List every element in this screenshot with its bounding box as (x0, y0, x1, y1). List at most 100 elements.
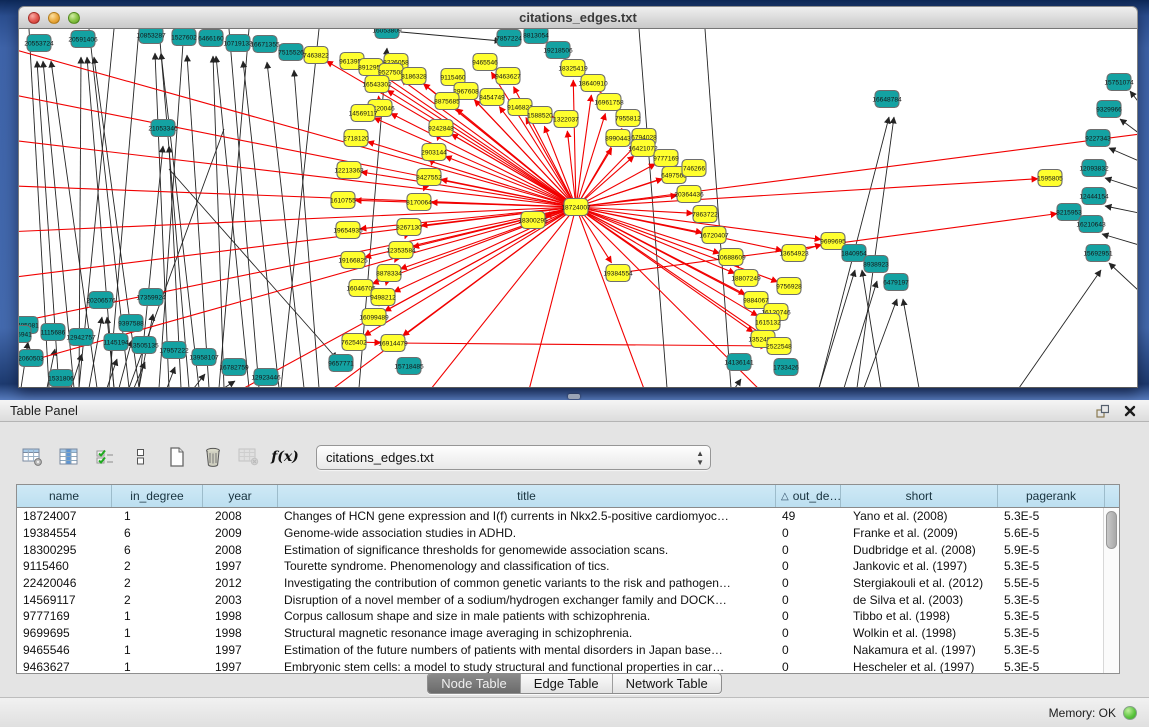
column-header-year[interactable]: year (203, 485, 278, 507)
network-node[interactable]: 17957222 (159, 342, 189, 359)
network-node[interactable]: 20206576 (86, 292, 116, 309)
network-node[interactable]: 746266 (682, 160, 706, 177)
network-node[interactable]: 6479197 (883, 274, 909, 291)
network-node[interactable]: 1588520 (527, 107, 553, 124)
new-file-icon[interactable] (162, 442, 192, 472)
network-node[interactable]: 2718120 (343, 130, 369, 147)
network-node[interactable]: 9777169 (653, 150, 679, 167)
network-node[interactable]: 12923446 (251, 369, 281, 386)
tab-node-table[interactable]: Node Table (428, 674, 520, 693)
network-node[interactable]: 16648784 (872, 91, 902, 108)
network-node[interactable]: 9227343 (1085, 130, 1111, 147)
network-node[interactable]: 7857224 (496, 30, 522, 47)
network-node[interactable]: 16961758 (594, 94, 624, 111)
column-header-name[interactable]: name (17, 485, 112, 507)
network-node[interactable]: 10853287 (136, 29, 166, 44)
network-node[interactable]: 10719133 (223, 35, 253, 52)
network-node[interactable]: 15751074 (1104, 74, 1134, 91)
table-row[interactable]: 1830029562008Estimation of significance … (17, 541, 1119, 558)
network-canvas[interactable]: 9613954891295482260589527508818632816543… (18, 29, 1138, 388)
network-node[interactable]: 9498212 (370, 289, 396, 306)
network-node[interactable]: 7515526 (278, 44, 304, 61)
network-node[interactable]: 16210643 (1076, 216, 1106, 233)
table-row[interactable]: 1456911722003Disruption of a novel membe… (17, 591, 1119, 608)
network-node[interactable]: 15718485 (394, 358, 424, 375)
network-node[interactable]: 12093832 (1079, 160, 1109, 177)
function-builder-button[interactable]: f(x) (270, 442, 300, 472)
network-node[interactable]: 20553724 (24, 35, 54, 52)
network-node[interactable]: 1115686 (41, 324, 66, 341)
network-node[interactable]: 3915941 (19, 326, 32, 343)
network-node[interactable]: 10688609 (716, 249, 746, 266)
network-node[interactable]: 1733426 (773, 359, 799, 376)
table-row[interactable]: 946554611997Estimation of the future num… (17, 642, 1119, 659)
network-node[interactable]: 8813054 (523, 29, 549, 44)
window-minimize-button[interactable] (48, 12, 60, 24)
network-node[interactable]: 7463822 (303, 47, 329, 64)
network-node[interactable]: 20364436 (674, 186, 704, 203)
network-node[interactable]: 12942757 (66, 329, 96, 346)
network-node[interactable]: 1610755 (330, 192, 356, 209)
network-node[interactable]: 9463627 (495, 68, 521, 85)
delete-table-button[interactable] (234, 442, 264, 472)
table-settings-button[interactable] (18, 442, 48, 472)
network-node[interactable]: 8938923 (863, 256, 889, 273)
close-panel-icon[interactable] (1121, 403, 1139, 419)
table-row[interactable]: 969969511998Structural magnetic resonanc… (17, 625, 1119, 642)
table-row[interactable]: 977716911998Corpus callosum shape and si… (17, 608, 1119, 625)
network-node[interactable]: 16671355 (250, 36, 280, 53)
network-node[interactable]: 6466160 (198, 30, 224, 47)
network-node[interactable]: 8267130 (396, 219, 422, 236)
network-node[interactable]: 13654923 (779, 245, 809, 262)
network-view-window[interactable]: citations_edges.txt 96139548912954822605… (18, 6, 1138, 388)
network-node[interactable]: 7955812 (615, 110, 641, 127)
panel-splitter-handle[interactable] (568, 394, 580, 399)
network-node[interactable]: 16543302 (362, 76, 392, 93)
float-panel-icon[interactable] (1093, 403, 1111, 419)
network-node[interactable]: 18640910 (578, 75, 608, 92)
network-node[interactable]: 1615132 (755, 314, 781, 331)
network-node[interactable]: 20591406 (68, 31, 98, 48)
network-node[interactable]: 1145194 (103, 334, 129, 351)
network-node[interactable]: 9465546 (472, 54, 498, 71)
network-node[interactable]: 16720407 (699, 227, 729, 244)
network-node[interactable]: 19384554 (603, 265, 633, 282)
column-header-pagerank[interactable]: pagerank (998, 485, 1105, 507)
network-node[interactable]: 12353584 (386, 242, 416, 259)
network-node[interactable]: 1595805 (1037, 170, 1063, 187)
network-node[interactable]: 14136141 (724, 354, 754, 371)
network-node[interactable]: 9329966 (1096, 101, 1122, 118)
network-window-titlebar[interactable]: citations_edges.txt (18, 6, 1138, 29)
network-node[interactable]: 7863722 (692, 206, 718, 223)
network-node[interactable]: 8454749 (479, 89, 505, 106)
network-node[interactable]: 19166825 (338, 252, 368, 269)
network-node[interactable]: 18807249 (731, 270, 761, 287)
table-selector-dropdown[interactable]: citations_edges.txt ▲▼ (316, 445, 711, 470)
network-node[interactable]: 14569117 (349, 105, 378, 122)
tab-edge-table[interactable]: Edge Table (520, 674, 612, 693)
network-node[interactable]: 15692951 (1083, 245, 1113, 262)
network-node[interactable]: 9397588 (118, 315, 144, 332)
tab-network-table[interactable]: Network Table (612, 674, 721, 693)
network-node[interactable]: 12444154 (1079, 188, 1109, 205)
network-node[interactable]: 13958107 (189, 349, 219, 366)
table-row[interactable]: 946362711997Embryonic stem cells: a mode… (17, 658, 1119, 673)
trash-icon[interactable] (198, 442, 228, 472)
network-node[interactable]: 9657771 (328, 355, 354, 372)
network-node[interactable]: 8875685 (434, 93, 460, 110)
window-zoom-button[interactable] (68, 12, 80, 24)
network-node[interactable]: 2060503 (19, 350, 44, 367)
network-node[interactable]: 8878334 (376, 265, 402, 282)
network-node[interactable]: 13505135 (129, 337, 159, 354)
network-node[interactable]: 18300295 (518, 212, 548, 229)
network-node[interactable]: 12213363 (334, 162, 364, 179)
network-node[interactable]: 7625402 (341, 334, 367, 351)
table-vertical-scrollbar[interactable] (1103, 508, 1119, 673)
network-node[interactable]: 16053809 (372, 29, 402, 39)
network-node[interactable]: 17359924 (136, 289, 166, 306)
network-node[interactable]: 1531806 (48, 370, 74, 387)
network-node[interactable]: 16914479 (378, 335, 408, 352)
network-node[interactable]: 19654935 (333, 222, 363, 239)
network-node[interactable]: 2522548 (766, 338, 792, 355)
network-node[interactable]: 8427552 (416, 169, 442, 186)
